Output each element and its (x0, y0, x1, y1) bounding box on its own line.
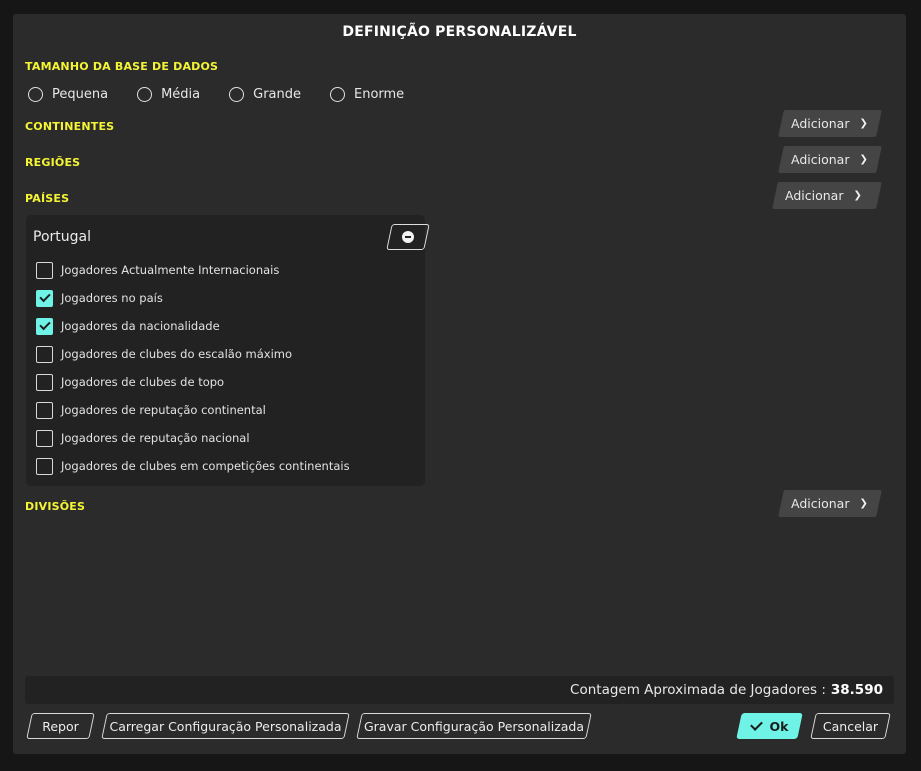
checkbox-label: Jogadores no país (61, 291, 163, 305)
checkbox[interactable] (36, 373, 53, 391)
continents-label: CONTINENTES (25, 120, 115, 133)
cancel-button-label: Cancelar (822, 718, 879, 734)
add-country-button[interactable]: Adicionar ❯ (772, 182, 882, 209)
radio-label: Média (161, 86, 201, 102)
checkbox-label: Jogadores de reputação nacional (61, 431, 250, 445)
radio-grande[interactable]: Grande (229, 86, 301, 102)
checkbox[interactable] (36, 401, 53, 419)
radio-button[interactable] (28, 86, 43, 102)
radio-media[interactable]: Média (137, 86, 201, 102)
radio-pequena[interactable]: Pequena (28, 86, 109, 102)
option-national-reputation[interactable]: Jogadores de reputação nacional (36, 429, 250, 447)
option-nationality-players[interactable]: Jogadores da nacionalidade (36, 317, 220, 335)
add-button-label: Adicionar (791, 116, 850, 131)
load-config-button-label: Carregar Configuração Personalizada (109, 718, 342, 734)
radio-button[interactable] (137, 86, 153, 102)
option-current-internationals[interactable]: Jogadores Actualmente Internacionais (36, 261, 279, 279)
save-config-button[interactable]: Gravar Configuração Personalizada (356, 713, 592, 739)
player-count-bar: Contagem Aproximada de Jogadores : 38.59… (25, 676, 894, 704)
checkbox-label: Jogadores de clubes de topo (61, 375, 225, 389)
option-top-clubs[interactable]: Jogadores de clubes de topo (36, 373, 224, 391)
add-division-button[interactable]: Adicionar ❯ (778, 490, 882, 517)
chevron-down-icon: ❯ (859, 118, 868, 129)
country-panel-portugal: Portugal Jogadores Actualmente Internaci… (26, 215, 430, 486)
player-count-label: Contagem Aproximada de Jogadores : (570, 682, 826, 698)
countries-label: PAÍSES (25, 192, 70, 205)
ok-button[interactable]: Ok (736, 713, 803, 739)
radio-enorme[interactable]: Enorme (330, 86, 405, 102)
add-region-button[interactable]: Adicionar ❯ (778, 146, 882, 173)
radio-label: Pequena (52, 86, 109, 102)
player-count-value: 38.590 (830, 682, 883, 698)
option-continental-reputation[interactable]: Jogadores de reputação continental (36, 401, 266, 419)
save-config-button-label: Gravar Configuração Personalizada (363, 718, 585, 734)
radio-button[interactable] (229, 86, 245, 102)
checkbox-label: Jogadores de clubes em competições conti… (61, 459, 350, 473)
checkbox-label: Jogadores Actualmente Internacionais (61, 263, 280, 277)
checkbox[interactable] (36, 289, 53, 307)
radio-label: Grande (253, 86, 301, 102)
checkbox[interactable] (36, 345, 53, 363)
dialog-title: DEFINIÇÃO PERSONALIZÁVEL (342, 24, 577, 40)
checkbox-label: Jogadores da nacionalidade (61, 319, 220, 333)
add-continent-button[interactable]: Adicionar ❯ (778, 110, 882, 137)
add-button-label: Adicionar (791, 496, 850, 511)
chevron-down-icon: ❯ (859, 154, 868, 165)
add-button-label: Adicionar (791, 152, 850, 167)
option-top-division-clubs[interactable]: Jogadores de clubes do escalão máximo (36, 345, 292, 363)
country-name: Portugal (33, 229, 91, 245)
radio-label: Enorme (354, 86, 405, 102)
checkbox[interactable] (36, 457, 53, 475)
add-button-label: Adicionar (785, 188, 844, 203)
checkbox[interactable] (36, 261, 53, 279)
radio-button[interactable] (330, 86, 345, 102)
reset-button[interactable]: Repor (26, 713, 95, 739)
custom-definition-dialog: DEFINIÇÃO PERSONALIZÁVEL TAMANHO DA BASE… (13, 14, 906, 754)
divisions-label: DIVISÕES (25, 500, 86, 513)
cancel-button[interactable]: Cancelar (810, 713, 891, 739)
regions-label: REGIÕES (25, 156, 81, 169)
checkbox-label: Jogadores de reputação continental (61, 403, 266, 417)
ok-button-label: Ok (769, 718, 789, 734)
checkbox[interactable] (36, 317, 53, 335)
option-players-in-country[interactable]: Jogadores no país (36, 289, 163, 307)
database-size-options: Pequena Média Grande Enorme (28, 84, 419, 104)
checkbox[interactable] (36, 429, 53, 447)
reset-button-label: Repor (42, 718, 79, 734)
checkbox-label: Jogadores de clubes do escalão máximo (61, 347, 293, 361)
chevron-down-icon: ❯ (859, 498, 868, 509)
database-size-label: TAMANHO DA BASE DE DADOS (25, 60, 219, 73)
option-continental-competition-clubs[interactable]: Jogadores de clubes em competições conti… (36, 457, 350, 475)
chevron-down-icon: ❯ (853, 190, 862, 201)
minus-circle-icon (402, 231, 414, 243)
remove-country-button[interactable] (386, 224, 430, 250)
load-config-button[interactable]: Carregar Configuração Personalizada (101, 713, 350, 739)
